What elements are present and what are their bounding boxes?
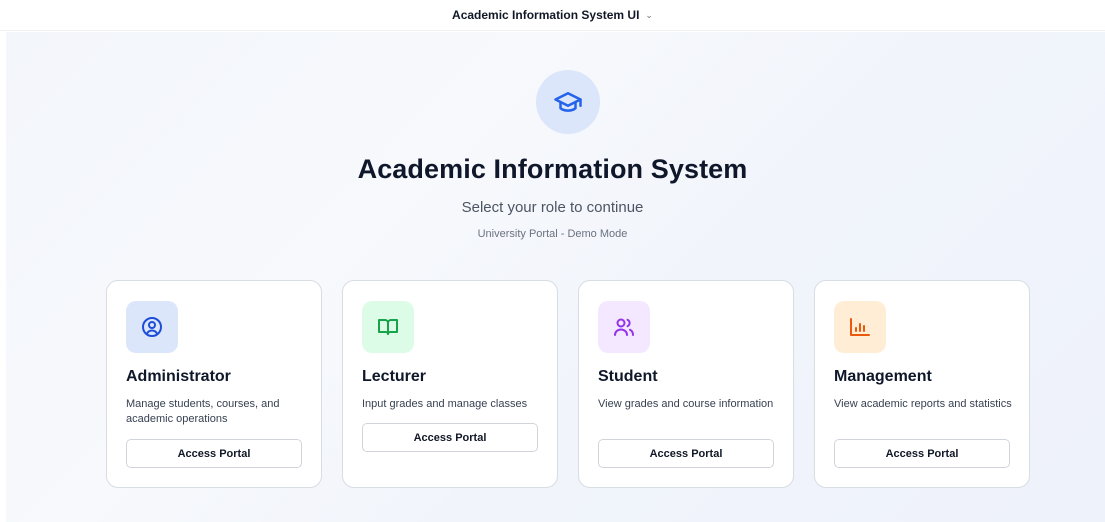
role-icon-badge [598,301,650,353]
page-title: Academic Information System [357,154,748,184]
role-icon-badge [834,301,886,353]
role-card-management: Management View academic reports and sta… [814,280,1030,488]
role-card-student: Student View grades and course informati… [578,280,794,488]
role-card-administrator: Administrator Manage students, courses, … [106,280,322,488]
role-description: View academic reports and statistics [834,398,1012,410]
role-icon-badge [362,301,414,353]
app-title[interactable]: Academic Information System UI [452,8,639,22]
chevron-down-icon[interactable]: ⌄ [645,10,653,21]
role-icon-badge [126,301,178,353]
role-card-lecturer: Lecturer Input grades and manage classes… [342,280,558,488]
access-portal-button[interactable]: Access Portal [834,439,1010,468]
access-portal-button[interactable]: Access Portal [126,439,302,468]
page-caption: University Portal - Demo Mode [477,228,628,240]
user-circle-icon [142,317,162,337]
page-subtitle: Select your role to continue [461,199,644,216]
hero-icon-badge [536,70,600,134]
role-description: Input grades and manage classes [362,398,528,410]
role-title: Lecturer [362,368,427,385]
role-title: Management [834,368,932,385]
bar-chart-icon [850,318,870,336]
role-title: Student [598,368,658,385]
role-description: Manage students, courses, and academic o… [126,398,280,425]
role-title: Administrator [126,368,231,385]
access-portal-button[interactable]: Access Portal [362,423,538,452]
graduation-cap-icon [554,92,582,112]
app-header: Academic Information System UI ⌄ [0,0,1105,31]
users-icon [614,318,634,336]
book-open-icon [378,319,398,335]
role-description: View grades and course information [598,398,774,410]
access-portal-button[interactable]: Access Portal [598,439,774,468]
